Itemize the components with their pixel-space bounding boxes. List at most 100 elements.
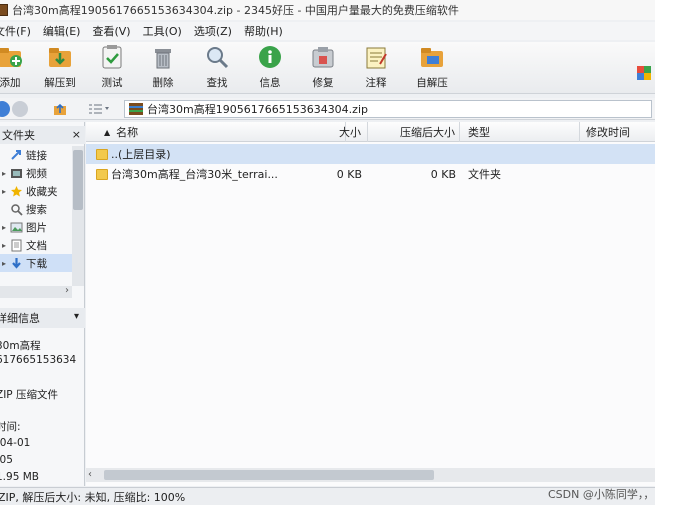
menu-tools[interactable]: 工具(O) <box>143 23 182 39</box>
self-extract-button[interactable]: 自解压 <box>410 44 454 92</box>
row-name: 台湾30m高程_台湾30米_terrai... <box>111 168 278 181</box>
extract-to-button[interactable]: 解压到 <box>38 44 82 92</box>
column-size-label[interactable]: 大小 <box>286 122 368 142</box>
app-icon <box>0 4 8 16</box>
row-packed-size: 0 KB <box>430 167 456 181</box>
column-packed-size[interactable]: 压缩后大小 <box>368 122 460 142</box>
download-icon <box>10 257 23 270</box>
menu-file[interactable]: 文件(F) <box>0 23 31 39</box>
info-button[interactable]: 信息 <box>248 44 292 92</box>
forward-icon[interactable] <box>12 101 28 117</box>
repair-label: 修复 <box>312 77 334 89</box>
tree-item-links[interactable]: 链接 <box>0 146 72 164</box>
tree-item-videos[interactable]: ▸ 视频 <box>0 164 72 182</box>
add-label: 添加 <box>0 77 21 89</box>
up-folder-icon[interactable] <box>53 102 67 116</box>
menu-view[interactable]: 查看(V) <box>92 23 130 39</box>
tree-item-downloads[interactable]: ▸ 下载 <box>0 254 72 272</box>
test-button[interactable]: 测试 <box>90 44 134 92</box>
menu-options[interactable]: 选项(Z) <box>194 23 232 39</box>
folder-pane-scrollbar[interactable] <box>72 146 84 286</box>
menu-edit[interactable]: 编辑(E) <box>43 23 81 39</box>
sort-arrow-icon: ▲ <box>104 127 111 137</box>
detail-time-label: 时间: <box>0 421 21 433</box>
repair-button[interactable]: 修复 <box>301 44 345 92</box>
folder-pane-title: 文件夹 <box>2 129 35 142</box>
expand-arrow-icon[interactable]: ▸ <box>0 241 8 250</box>
find-icon <box>204 44 230 70</box>
folder-icon <box>96 168 108 180</box>
video-icon <box>10 167 23 180</box>
row-name: ..(上层目录) <box>111 148 171 161</box>
row-size: 0 KB <box>336 167 362 181</box>
zip-file-icon <box>129 103 143 115</box>
table-row[interactable]: ..(上层目录) <box>86 144 655 164</box>
address-bar: 台湾30m高程1905617665153634304.zip <box>0 98 655 120</box>
test-label: 测试 <box>101 77 123 89</box>
path-text: 台湾30m高程1905617665153634304.zip <box>147 103 368 116</box>
screen-edge <box>637 0 677 505</box>
menu-bar: 文件(F) 编辑(E) 查看(V) 工具(O) 选项(Z) 帮助(H) <box>0 22 655 40</box>
tree-item-search[interactable]: 搜索 <box>0 200 72 218</box>
detail-name-cont: 617665153634 <box>0 354 77 366</box>
self-extract-icon <box>419 44 445 70</box>
watermark: CSDN @小陈同学，， <box>548 488 655 501</box>
column-modified[interactable]: 修改时间 <box>580 122 655 142</box>
info-label: 信息 <box>259 77 281 89</box>
folder-pane: 文件夹 × 链接 ▸ 视频 ▸ 收藏夹 搜索 ▸ 图片 ▸ 文档 ▸ 下载 › … <box>0 122 85 486</box>
expand-arrow-icon[interactable]: ▸ <box>0 223 8 232</box>
close-icon[interactable]: × <box>72 128 81 141</box>
test-icon <box>99 44 125 70</box>
tree-item-pictures[interactable]: ▸ 图片 <box>0 218 72 236</box>
path-field[interactable]: 台湾30m高程1905617665153634304.zip <box>124 100 652 118</box>
scroll-thumb[interactable] <box>104 470 434 480</box>
scroll-thumb[interactable] <box>73 150 83 210</box>
star-icon <box>10 185 23 198</box>
row-type: 文件夹 <box>468 168 501 181</box>
folder-pane-header: 文件夹 × <box>0 126 85 144</box>
scroll-left-icon[interactable]: ‹ <box>88 469 92 480</box>
window-title: 台湾30m高程1905617665153634304.zip - 2345好压 … <box>12 4 459 17</box>
column-header: ▲ 名称 大小 压缩后大小 类型 修改时间 <box>86 122 655 142</box>
add-button[interactable]: 添加 <box>0 44 32 92</box>
expand-arrow-icon[interactable]: ▸ <box>0 169 8 178</box>
delete-icon <box>150 44 176 70</box>
scroll-right-icon[interactable]: › <box>65 285 69 296</box>
add-archive-icon <box>0 44 23 70</box>
search-icon <box>10 203 23 216</box>
file-list: ▲ 名称 大小 压缩后大小 类型 修改时间 ..(上层目录) 台湾30m高程_台… <box>86 122 655 486</box>
extract-to-label: 解压到 <box>44 77 76 89</box>
link-icon <box>10 149 23 162</box>
view-mode-icon[interactable] <box>88 103 110 115</box>
repair-icon <box>310 44 336 70</box>
picture-icon <box>10 221 23 234</box>
self-extract-label: 自解压 <box>416 77 448 89</box>
delete-button[interactable]: 删除 <box>141 44 185 92</box>
expand-arrow-icon[interactable]: ▸ <box>0 187 8 196</box>
menu-help[interactable]: 帮助(H) <box>244 23 283 39</box>
folder-pane-hscrollbar[interactable]: › <box>0 285 72 298</box>
table-row[interactable]: 台湾30m高程_台湾30米_terrai... 0 KB 0 KB 文件夹 <box>86 164 655 184</box>
find-label: 查找 <box>206 77 228 89</box>
comment-label: 注释 <box>365 77 387 89</box>
find-button[interactable]: 查找 <box>195 44 239 92</box>
detail-date: -04-01 <box>0 437 31 449</box>
info-icon <box>257 44 283 70</box>
tree-item-favorites[interactable]: ▸ 收藏夹 <box>0 182 72 200</box>
details-pane-header[interactable]: 详细信息 ▾ <box>0 308 85 328</box>
expand-arrow-icon[interactable]: ▸ <box>0 259 8 268</box>
status-text: ZIP, 解压后大小: 未知, 压缩比: 100% <box>0 490 186 504</box>
title-bar: 台湾30m高程1905617665153634304.zip - 2345好压 … <box>0 0 655 20</box>
back-icon[interactable] <box>0 101 10 117</box>
tree-item-documents[interactable]: ▸ 文档 <box>0 236 72 254</box>
detail-time: :05 <box>0 454 13 466</box>
comment-icon <box>363 44 389 70</box>
column-type[interactable]: 类型 <box>460 122 580 142</box>
folder-icon <box>96 148 108 160</box>
detail-name: 30m高程 <box>0 340 41 352</box>
comment-button[interactable]: 注释 <box>354 44 398 92</box>
app-tile-icon <box>637 66 651 80</box>
file-list-hscrollbar[interactable]: ‹ <box>86 468 655 482</box>
chevron-down-icon[interactable]: ▾ <box>74 311 79 322</box>
document-icon <box>10 239 23 252</box>
